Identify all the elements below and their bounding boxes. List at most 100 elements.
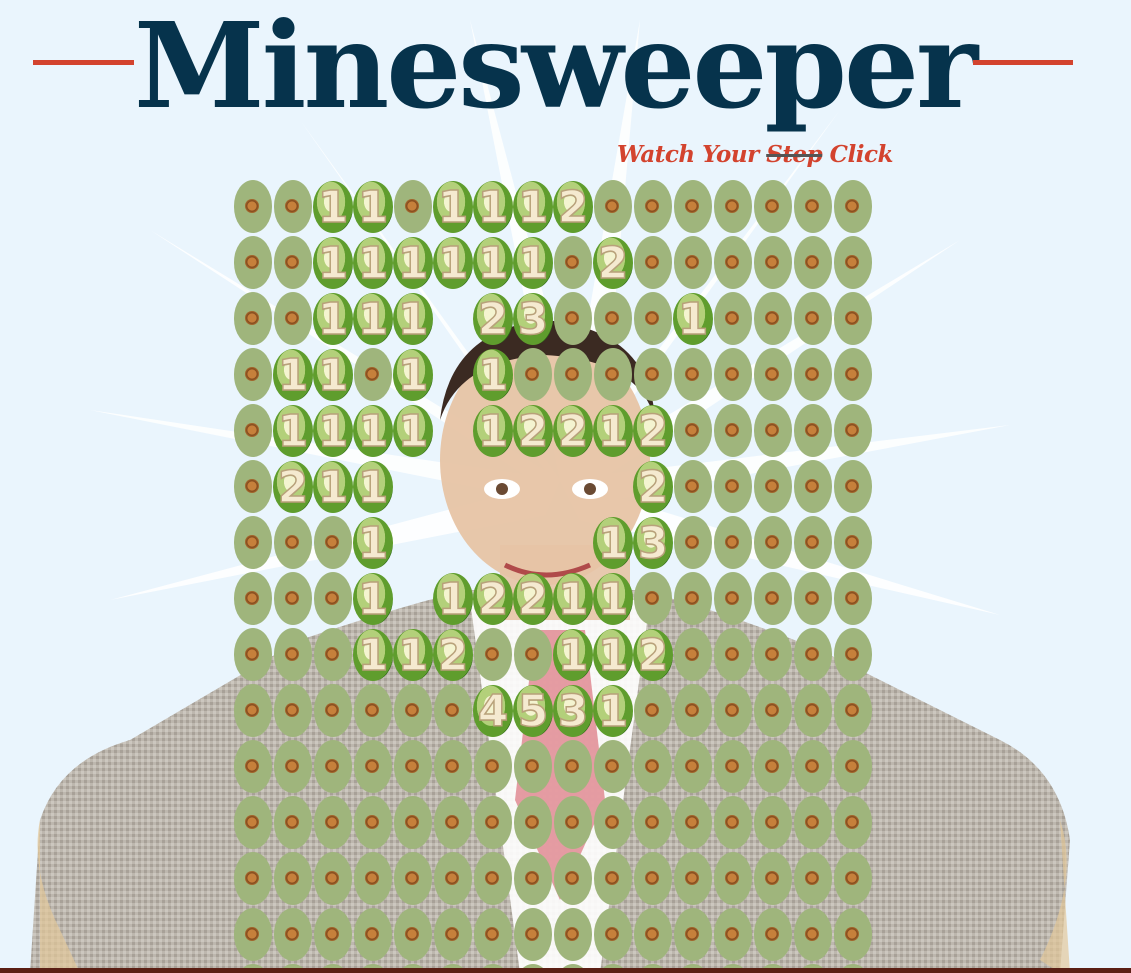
covered-tile[interactable] bbox=[713, 908, 753, 964]
covered-tile[interactable] bbox=[633, 908, 673, 964]
covered-tile[interactable] bbox=[433, 908, 473, 964]
covered-tile[interactable] bbox=[793, 852, 833, 908]
covered-tile[interactable] bbox=[273, 236, 313, 292]
covered-tile[interactable] bbox=[553, 740, 593, 796]
covered-tile[interactable] bbox=[753, 684, 793, 740]
covered-tile[interactable] bbox=[713, 404, 753, 460]
covered-tile[interactable] bbox=[233, 292, 273, 348]
covered-tile[interactable] bbox=[233, 348, 273, 404]
covered-tile[interactable] bbox=[753, 852, 793, 908]
covered-tile[interactable] bbox=[793, 740, 833, 796]
covered-tile[interactable] bbox=[473, 628, 513, 684]
covered-tile[interactable] bbox=[713, 852, 753, 908]
covered-tile[interactable] bbox=[633, 796, 673, 852]
covered-tile[interactable] bbox=[313, 516, 353, 572]
covered-tile[interactable] bbox=[233, 908, 273, 964]
covered-tile[interactable] bbox=[673, 908, 713, 964]
covered-tile[interactable] bbox=[673, 572, 713, 628]
covered-tile[interactable] bbox=[353, 348, 393, 404]
covered-tile[interactable] bbox=[753, 740, 793, 796]
covered-tile[interactable] bbox=[713, 180, 753, 236]
covered-tile[interactable] bbox=[633, 348, 673, 404]
covered-tile[interactable] bbox=[313, 796, 353, 852]
covered-tile[interactable] bbox=[753, 460, 793, 516]
covered-tile[interactable] bbox=[673, 628, 713, 684]
covered-tile[interactable] bbox=[753, 628, 793, 684]
covered-tile[interactable] bbox=[353, 684, 393, 740]
covered-tile[interactable] bbox=[633, 572, 673, 628]
covered-tile[interactable] bbox=[273, 292, 313, 348]
covered-tile[interactable] bbox=[753, 796, 793, 852]
covered-tile[interactable] bbox=[273, 740, 313, 796]
covered-tile[interactable] bbox=[673, 348, 713, 404]
covered-tile[interactable] bbox=[713, 572, 753, 628]
covered-tile[interactable] bbox=[313, 572, 353, 628]
covered-tile[interactable] bbox=[273, 852, 313, 908]
covered-tile[interactable] bbox=[393, 908, 433, 964]
covered-tile[interactable] bbox=[233, 572, 273, 628]
covered-tile[interactable] bbox=[393, 180, 433, 236]
covered-tile[interactable] bbox=[633, 740, 673, 796]
covered-tile[interactable] bbox=[233, 740, 273, 796]
covered-tile[interactable] bbox=[513, 740, 553, 796]
covered-tile[interactable] bbox=[393, 796, 433, 852]
covered-tile[interactable] bbox=[673, 684, 713, 740]
covered-tile[interactable] bbox=[513, 852, 553, 908]
covered-tile[interactable] bbox=[353, 740, 393, 796]
covered-tile[interactable] bbox=[633, 236, 673, 292]
covered-tile[interactable] bbox=[433, 852, 473, 908]
covered-tile[interactable] bbox=[713, 516, 753, 572]
covered-tile[interactable] bbox=[793, 908, 833, 964]
covered-tile[interactable] bbox=[833, 404, 873, 460]
covered-tile[interactable] bbox=[233, 236, 273, 292]
covered-tile[interactable] bbox=[753, 516, 793, 572]
covered-tile[interactable] bbox=[553, 348, 593, 404]
covered-tile[interactable] bbox=[273, 796, 313, 852]
covered-tile[interactable] bbox=[353, 908, 393, 964]
covered-tile[interactable] bbox=[833, 796, 873, 852]
covered-tile[interactable] bbox=[233, 852, 273, 908]
covered-tile[interactable] bbox=[753, 572, 793, 628]
covered-tile[interactable] bbox=[473, 908, 513, 964]
covered-tile[interactable] bbox=[713, 628, 753, 684]
covered-tile[interactable] bbox=[513, 628, 553, 684]
covered-tile[interactable] bbox=[793, 796, 833, 852]
covered-tile[interactable] bbox=[593, 740, 633, 796]
covered-tile[interactable] bbox=[233, 684, 273, 740]
covered-tile[interactable] bbox=[553, 292, 593, 348]
covered-tile[interactable] bbox=[473, 852, 513, 908]
covered-tile[interactable] bbox=[713, 348, 753, 404]
covered-tile[interactable] bbox=[553, 236, 593, 292]
covered-tile[interactable] bbox=[753, 292, 793, 348]
covered-tile[interactable] bbox=[513, 348, 553, 404]
covered-tile[interactable] bbox=[433, 684, 473, 740]
covered-tile[interactable] bbox=[673, 796, 713, 852]
covered-tile[interactable] bbox=[833, 516, 873, 572]
covered-tile[interactable] bbox=[633, 684, 673, 740]
covered-tile[interactable] bbox=[833, 740, 873, 796]
covered-tile[interactable] bbox=[313, 740, 353, 796]
covered-tile[interactable] bbox=[793, 292, 833, 348]
covered-tile[interactable] bbox=[313, 908, 353, 964]
covered-tile[interactable] bbox=[393, 740, 433, 796]
covered-tile[interactable] bbox=[833, 460, 873, 516]
covered-tile[interactable] bbox=[673, 236, 713, 292]
covered-tile[interactable] bbox=[833, 852, 873, 908]
covered-tile[interactable] bbox=[313, 684, 353, 740]
covered-tile[interactable] bbox=[433, 740, 473, 796]
covered-tile[interactable] bbox=[433, 796, 473, 852]
covered-tile[interactable] bbox=[793, 572, 833, 628]
covered-tile[interactable] bbox=[673, 180, 713, 236]
covered-tile[interactable] bbox=[553, 796, 593, 852]
covered-tile[interactable] bbox=[673, 740, 713, 796]
covered-tile[interactable] bbox=[753, 236, 793, 292]
covered-tile[interactable] bbox=[713, 292, 753, 348]
covered-tile[interactable] bbox=[673, 460, 713, 516]
covered-tile[interactable] bbox=[473, 740, 513, 796]
covered-tile[interactable] bbox=[273, 908, 313, 964]
covered-tile[interactable] bbox=[353, 852, 393, 908]
covered-tile[interactable] bbox=[793, 628, 833, 684]
covered-tile[interactable] bbox=[833, 348, 873, 404]
covered-tile[interactable] bbox=[713, 684, 753, 740]
covered-tile[interactable] bbox=[393, 684, 433, 740]
